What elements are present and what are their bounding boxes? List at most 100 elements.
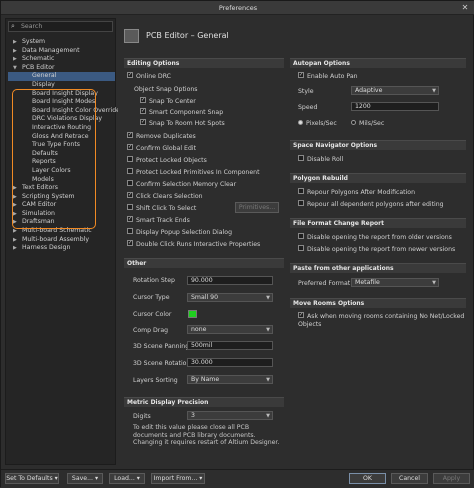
checkbox-unchecked[interactable]	[127, 228, 133, 234]
tree-item[interactable]: True Type Fonts	[8, 141, 115, 150]
snap-center-option[interactable]: ✓ Snap To Center	[140, 97, 196, 106]
smart-snap-option[interactable]: ✓ Smart Component Snap	[140, 108, 223, 117]
tree-item[interactable]: Board Insight Display	[8, 90, 115, 99]
tree-item[interactable]: Reports	[8, 158, 115, 167]
tree-item[interactable]: DRC Violations Display	[8, 115, 115, 124]
tree-item[interactable]: Gloss And Retrace	[8, 133, 115, 142]
tree-item[interactable]: ▶ Scripting System	[8, 193, 115, 202]
chevron-right-icon[interactable]: ▶	[13, 193, 17, 202]
set-defaults-button[interactable]: Set To Defaults ▾	[5, 473, 59, 484]
smart-track-option[interactable]: ✓ Smart Track Ends	[127, 216, 190, 225]
tree-item[interactable]: Layer Colors	[8, 167, 115, 176]
tree-item[interactable]: Interactive Routing	[8, 124, 115, 133]
checkbox-unchecked[interactable]	[127, 156, 133, 162]
chevron-right-icon[interactable]: ▶	[13, 244, 17, 253]
checkbox-unchecked[interactable]	[298, 188, 304, 194]
disable-newer-option[interactable]: Disable opening the report from newer ve…	[298, 245, 455, 254]
checkbox-checked[interactable]: ✓	[127, 240, 133, 246]
checkbox-checked[interactable]: ✓	[140, 108, 146, 114]
disable-roll-option[interactable]: Disable Roll	[298, 155, 343, 164]
checkbox-unchecked[interactable]	[127, 204, 133, 210]
confirm-global-edit-option[interactable]: ✓ Confirm Global Edit	[127, 144, 196, 153]
tree-item[interactable]: Display	[8, 81, 115, 90]
checkbox-unchecked[interactable]	[298, 245, 304, 251]
pixels-radio[interactable]: Pixels/Sec	[298, 119, 337, 128]
rotation-step-input[interactable]: 90.000	[187, 276, 273, 285]
checkbox-unchecked[interactable]	[127, 180, 133, 186]
chevron-right-icon[interactable]: ▶	[13, 227, 17, 236]
chevron-right-icon[interactable]: ▶	[13, 201, 17, 210]
layers-sorting-dropdown[interactable]: By Name ▼	[187, 375, 273, 384]
checkbox-checked[interactable]: ✓	[127, 216, 133, 222]
tree-item[interactable]: ▶ Harness Design	[8, 244, 115, 253]
comp-drag-dropdown[interactable]: none ▼	[187, 325, 273, 334]
protect-locked-option[interactable]: Protect Locked Objects	[127, 156, 207, 165]
checkbox-checked[interactable]: ✓	[127, 192, 133, 198]
checkbox-checked[interactable]: ✓	[127, 72, 133, 78]
checkbox-unchecked[interactable]	[127, 168, 133, 174]
checkbox-checked[interactable]: ✓	[140, 119, 146, 125]
load-button[interactable]: Load... ▾	[109, 473, 145, 484]
checkbox-unchecked[interactable]	[298, 155, 304, 161]
remove-duplicates-option[interactable]: ✓ Remove Duplicates	[127, 132, 196, 141]
repour-modification-option[interactable]: Repour Polygons After Modification	[298, 188, 415, 197]
tree-item[interactable]: ▶ System	[8, 38, 115, 47]
tree-item[interactable]: ▼ PCB Editor	[8, 64, 115, 73]
tree-item[interactable]: General	[8, 72, 115, 81]
repour-dependent-option[interactable]: Repour all dependent polygons after edit…	[298, 200, 444, 209]
checkbox-unchecked[interactable]	[298, 200, 304, 206]
preferred-format-dropdown[interactable]: Metafile ▼	[351, 278, 439, 287]
cancel-button[interactable]: Cancel	[391, 473, 428, 484]
radio-unselected[interactable]	[351, 119, 356, 125]
mils-radio[interactable]: Mils/Sec	[351, 119, 384, 128]
ask-move-rooms-option[interactable]: ✓ Ask when moving rooms containing No Net…	[298, 312, 466, 329]
autopan-style-dropdown[interactable]: Adaptive ▼	[351, 86, 439, 95]
tree-item[interactable]: Models	[8, 176, 115, 185]
shift-click-option[interactable]: Shift Click To Select	[127, 204, 196, 213]
double-click-option[interactable]: ✓ Double Click Runs Interactive Propertie…	[127, 240, 260, 249]
checkbox-checked[interactable]: ✓	[127, 132, 133, 138]
checkbox-checked[interactable]: ✓	[140, 97, 146, 103]
checkbox-checked[interactable]: ✓	[298, 72, 304, 78]
checkbox-checked[interactable]: ✓	[127, 144, 133, 150]
tree-item[interactable]: Board Insight Color Overrides	[8, 107, 123, 116]
tree-item[interactable]: ▶ Simulation	[8, 210, 115, 219]
tree-item[interactable]: Defaults	[8, 150, 115, 159]
digits-dropdown[interactable]: 3 ▼	[187, 411, 273, 420]
tree-item[interactable]: ▶ Draftsman	[8, 218, 115, 227]
protect-primitives-option[interactable]: Protect Locked Primitives In Component	[127, 168, 260, 177]
chevron-right-icon[interactable]: ▶	[13, 218, 17, 227]
ok-button[interactable]: OK	[349, 473, 386, 484]
disable-older-option[interactable]: Disable opening the report from older ve…	[298, 233, 452, 242]
search-input[interactable]: ⌕ Search	[8, 21, 113, 32]
popup-selection-option[interactable]: Display Popup Selection Dialog	[127, 228, 232, 237]
tree-item[interactable]: ▶ Data Management	[8, 47, 115, 56]
close-icon[interactable]: ✕	[460, 3, 470, 13]
chevron-right-icon[interactable]: ▶	[13, 210, 17, 219]
confirm-clear-option[interactable]: Confirm Selection Memory Clear	[127, 180, 236, 189]
chevron-right-icon[interactable]: ▶	[13, 236, 17, 245]
online-drc-option[interactable]: ✓ Online DRC	[127, 72, 171, 81]
save-button[interactable]: Save... ▾	[67, 473, 103, 484]
click-clears-option[interactable]: ✓ Click Clears Selection	[127, 192, 203, 201]
speed-input[interactable]: 1200	[351, 102, 439, 111]
import-button[interactable]: Import From... ▾	[151, 473, 205, 484]
chevron-down-icon[interactable]: ▼	[13, 64, 17, 73]
scene-rotation-input[interactable]: 30.000	[187, 358, 273, 367]
tree-item[interactable]: ▶ Multi-board Schematic	[8, 227, 115, 236]
primitives-button[interactable]: Primitives...	[235, 202, 279, 213]
snap-hotspots-option[interactable]: ✓ Snap To Room Hot Spots	[140, 119, 225, 128]
tree-item[interactable]: ▶ Multi-board Assembly	[8, 236, 115, 245]
chevron-right-icon[interactable]: ▶	[13, 184, 17, 193]
scene-panning-input[interactable]: 500mil	[187, 341, 273, 350]
tree-item[interactable]: ▶ Text Editors	[8, 184, 115, 193]
checkbox-checked[interactable]: ✓	[298, 312, 304, 318]
checkbox-unchecked[interactable]	[298, 233, 304, 239]
chevron-right-icon[interactable]: ▶	[13, 47, 17, 56]
enable-autopan-option[interactable]: ✓ Enable Auto Pan	[298, 72, 358, 81]
tree-item[interactable]: ▶ CAM Editor	[8, 201, 115, 210]
apply-button[interactable]: Apply	[433, 473, 470, 484]
tree-item[interactable]: ▶ Schematic	[8, 55, 115, 64]
chevron-right-icon[interactable]: ▶	[13, 55, 17, 64]
cursor-color-swatch[interactable]	[188, 310, 197, 318]
